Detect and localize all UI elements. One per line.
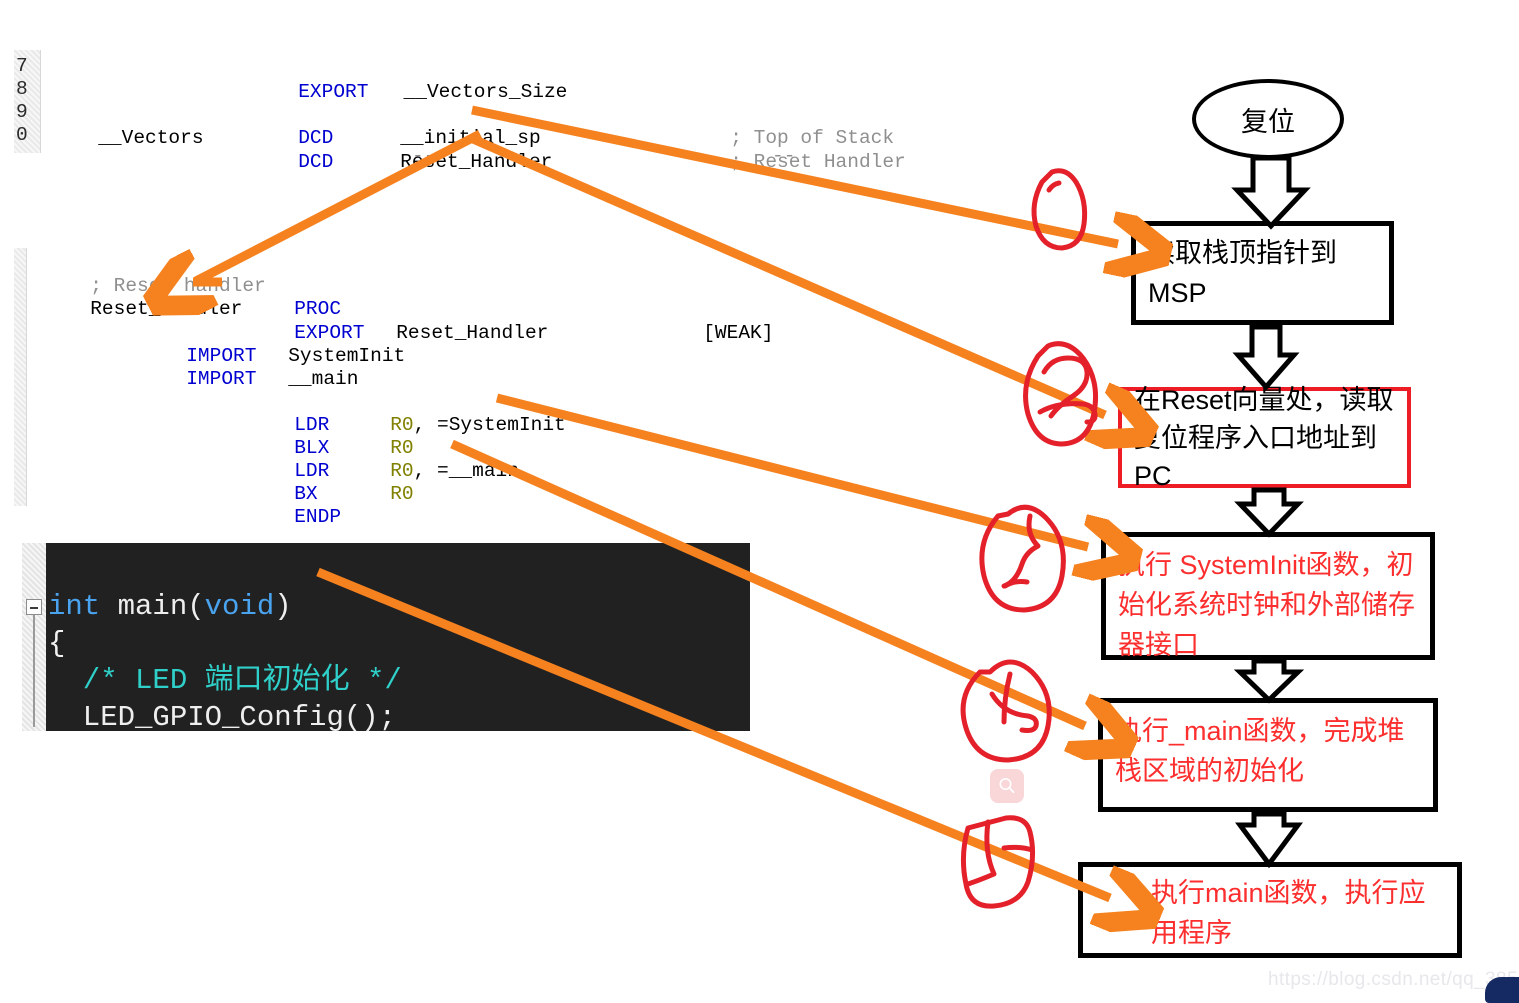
asm-ellipsis: --: [412, 145, 436, 167]
flow-arrow-systeminit-to-mainlib: [1233, 658, 1305, 704]
asm-mnemonic: ENDP: [294, 506, 342, 528]
orange-arrow-3-systeminit: [495, 393, 1088, 547]
asm-ellipsis: --: [772, 145, 796, 167]
c-keyword-int: int: [48, 590, 101, 623]
flow-node-reset-vector[interactable]: 在Reset向量处，读取复位程序入口地址到PC: [1118, 385, 1411, 491]
step-marker-5: [960, 815, 1036, 909]
zoom-badge[interactable]: [990, 769, 1024, 803]
flow-node-main-app-label: 执行main函数，执行应用程序: [1151, 878, 1426, 948]
flow-arrow-mainlib-to-mainapp: [1235, 811, 1303, 869]
asm-label: __Vectors: [98, 127, 204, 149]
asm-operand: __main: [288, 368, 359, 390]
flow-start-oval[interactable]: 复位: [1192, 79, 1344, 159]
step-marker-4: [960, 659, 1052, 763]
asm-line-dcd-reset-handler: DCD: [228, 128, 333, 197]
flow-arrow-start-to-msp: [1231, 155, 1311, 230]
asm-mnemonic: EXPORT: [298, 81, 369, 103]
step-marker-1: [1031, 168, 1088, 251]
c-func-name: main: [100, 590, 188, 623]
flow-node-msp[interactable]: 读取栈顶指针到MSP: [1131, 221, 1394, 325]
c-line-signature: int main(void): [48, 590, 292, 623]
asm-operand: __Vectors_Size: [403, 81, 568, 103]
asm-weak: [WEAK]: [703, 322, 774, 344]
flow-node-main-lib-label: 执行_main函数，完成堆栈区域的初始化: [1115, 716, 1405, 786]
csdn-watermark: https://blog.csdn.net/qq_38575895: [1268, 969, 1519, 990]
c-paren-close: ): [274, 590, 292, 623]
collapse-toggle-icon[interactable]: [26, 599, 42, 615]
asm-label: Reset_Handler: [90, 298, 243, 320]
asm-register: R0: [390, 483, 414, 505]
asm-weak-attribute: [WEAK]: [633, 299, 773, 368]
asm-operand-rest: , =SystemInit: [413, 414, 566, 436]
c-line-gpio-config: LED_GPIO_Config();: [48, 701, 397, 734]
screenshot-root: 7 8 9 0 EXPORT __Vectors_Size __Vectors …: [0, 0, 1519, 1003]
asm-operand-reset-handler: Reset_Handler: [330, 128, 552, 197]
asm-spacer: [368, 81, 403, 103]
asm-operand-rest: , =__main: [413, 460, 519, 482]
asm-line-vectors-label: __Vectors: [28, 104, 204, 173]
flow-arrow-msp-to-reset: [1232, 324, 1300, 391]
flow-arrow-reset-to-systeminit: [1234, 487, 1304, 538]
flow-node-main-lib[interactable]: 执行_main函数，完成堆栈区域的初始化: [1098, 698, 1438, 812]
fold-guide-line: [33, 615, 35, 727]
flow-node-main-app[interactable]: 执行main函数，执行应用程序: [1078, 862, 1462, 958]
asm-mnemonic: DCD: [298, 151, 334, 173]
c-line-open-brace: {: [48, 627, 66, 660]
c-code-text: int main(void) { /* LED 端口初始化 */ LED_GPI…: [48, 551, 402, 773]
flow-start-label: 复位: [1241, 106, 1295, 137]
flow-node-reset-vector-label: 在Reset向量处，读取复位程序入口地址到PC: [1134, 384, 1394, 491]
c-paren-open: (: [187, 590, 205, 623]
c-keyword-void: void: [204, 590, 275, 623]
corner-logo: [1485, 977, 1519, 1003]
step-marker-3: [979, 504, 1066, 613]
asm-mnemonic-endp: ENDP: [224, 483, 341, 552]
step-marker-2: [1023, 341, 1099, 447]
asm-comment: ; Reset Handler: [730, 151, 906, 173]
asm-ellipsis-comment: --: [772, 145, 795, 168]
c-source-code-block[interactable]: int main(void) { /* LED 端口初始化 */ LED_GPI…: [22, 543, 750, 734]
flow-node-msp-label: 读取栈顶指针到MSP: [1148, 238, 1337, 308]
asm-operand: Reset_Handler: [396, 322, 549, 344]
flow-node-systeminit[interactable]: 执行 SystemInit函数，初始化系统时钟和外部储存器接口: [1101, 532, 1435, 660]
c-line-comment: /* LED 端口初始化 */: [48, 664, 402, 697]
search-icon: [999, 778, 1015, 794]
flow-node-systeminit-label: 执行 SystemInit函数，初始化系统时钟和外部储存器接口: [1118, 550, 1415, 660]
handwritten-step-markers: [960, 168, 1099, 909]
asm-ellipsis-operand: --: [412, 145, 435, 168]
